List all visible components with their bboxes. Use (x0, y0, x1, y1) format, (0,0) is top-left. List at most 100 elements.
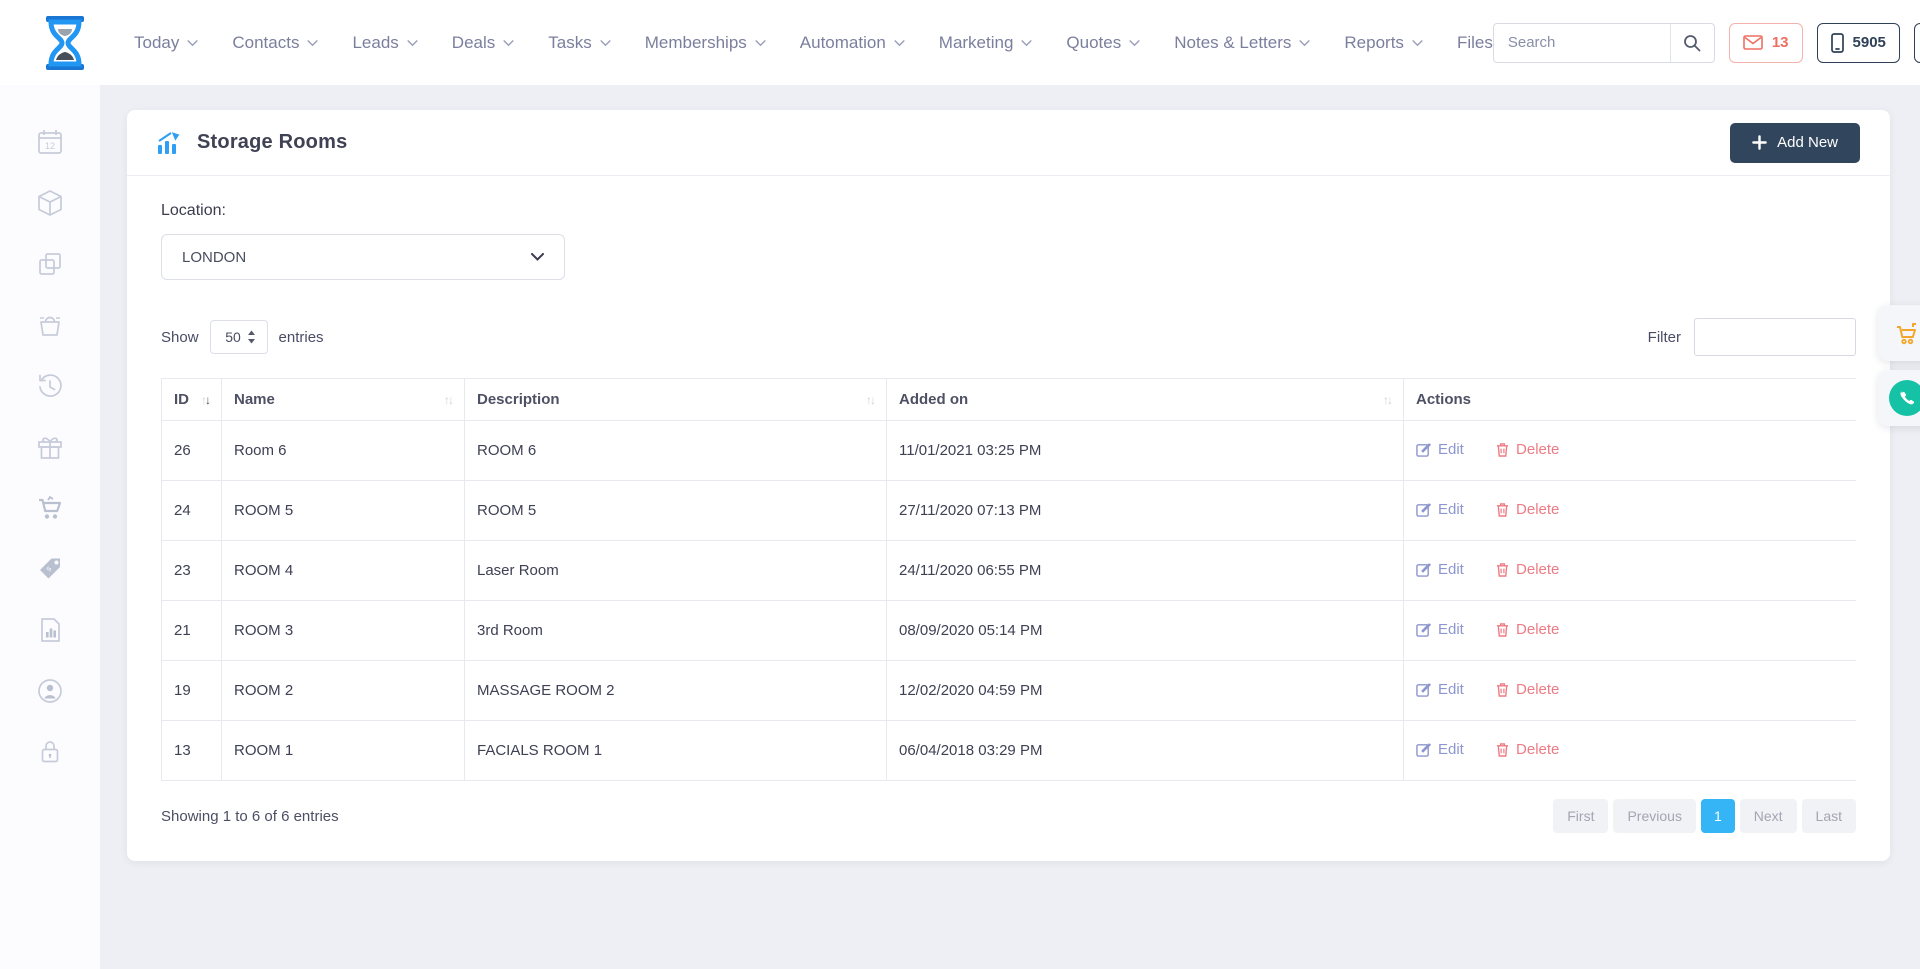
sidebar: 12 s (0, 85, 100, 969)
delete-button[interactable]: Delete (1496, 621, 1559, 638)
topbar-right: 13 5905 15 ? LONDON SUPPORT (1493, 20, 1920, 66)
search-input[interactable] (1494, 34, 1670, 51)
calls-badge[interactable]: 5905 (1817, 23, 1900, 63)
delete-button[interactable]: Delete (1496, 681, 1559, 698)
gift-icon (34, 431, 66, 463)
sort-icon: ↑↓ (444, 393, 452, 407)
messages-badge[interactable]: 13 (1729, 23, 1803, 63)
user-circle-icon (34, 675, 66, 707)
edit-button[interactable]: Edit (1416, 441, 1464, 458)
entries-label: entries (279, 329, 324, 346)
pagination-previous-button[interactable]: Previous (1613, 799, 1695, 833)
trash-icon (1496, 742, 1509, 757)
cell-added-on: 06/04/2018 03:29 PM (887, 721, 1404, 781)
pagination-first-button[interactable]: First (1553, 799, 1608, 833)
delete-button[interactable]: Delete (1496, 561, 1559, 578)
pagination: First Previous 1 Next Last (1553, 799, 1856, 833)
sidebar-item-calendar[interactable]: 12 (0, 111, 100, 172)
basket-icon (34, 309, 66, 341)
column-header-name[interactable]: Name ↑↓ (222, 379, 465, 421)
filter-group: Filter (1648, 318, 1856, 356)
nav-item-leads[interactable]: Leads (352, 33, 417, 53)
column-header-added-on[interactable]: Added on ↑↓ (887, 379, 1404, 421)
whatsapp-float-button[interactable] (1878, 370, 1920, 426)
search-box (1493, 23, 1715, 63)
nav-item-automation[interactable]: Automation (800, 33, 905, 53)
sidebar-item-basket[interactable] (0, 294, 100, 355)
delete-button[interactable]: Delete (1496, 441, 1559, 458)
column-header-description[interactable]: Description ↑↓ (465, 379, 887, 421)
top-bar: Today Contacts Leads Deals Tasks Members… (0, 0, 1920, 85)
sidebar-item-history[interactable] (0, 355, 100, 416)
nav-item-memberships[interactable]: Memberships (645, 33, 766, 53)
cell-added-on: 24/11/2020 06:55 PM (887, 541, 1404, 601)
sidebar-item-pricing[interactable]: s (0, 538, 100, 599)
nav-item-today[interactable]: Today (134, 33, 198, 53)
nav-item-tasks[interactable]: Tasks (548, 33, 610, 53)
sidebar-item-package[interactable] (0, 172, 100, 233)
nav-label: Today (134, 33, 179, 53)
cell-actions: Edit Delete (1404, 421, 1857, 481)
sidebar-item-lock[interactable] (0, 721, 100, 782)
chevron-down-icon (307, 40, 318, 47)
edit-pencil-icon (1416, 622, 1431, 637)
sidebar-item-report[interactable] (0, 599, 100, 660)
nav-item-quotes[interactable]: Quotes (1066, 33, 1140, 53)
pagination-last-button[interactable]: Last (1802, 799, 1856, 833)
column-header-id[interactable]: ID ↑↓ (162, 379, 222, 421)
cart-float-button[interactable] (1878, 305, 1920, 361)
edit-button[interactable]: Edit (1416, 561, 1464, 578)
messages-count: 13 (1772, 34, 1789, 51)
pagination-next-button[interactable]: Next (1740, 799, 1797, 833)
cell-actions: Edit Delete (1404, 721, 1857, 781)
table-row: 19 ROOM 2 MASSAGE ROOM 2 12/02/2020 04:5… (162, 661, 1857, 721)
chevron-down-icon (755, 40, 766, 47)
table-row: 23 ROOM 4 Laser Room 24/11/2020 06:55 PM… (162, 541, 1857, 601)
filter-input[interactable] (1694, 318, 1856, 356)
delete-button[interactable]: Delete (1496, 741, 1559, 758)
nav-item-contacts[interactable]: Contacts (232, 33, 318, 53)
chevron-down-icon (407, 40, 418, 47)
price-tag-icon: s (34, 553, 66, 585)
list-controls: Show 50 entries Filter (161, 318, 1856, 356)
add-new-button[interactable]: Add New (1730, 123, 1860, 163)
page-size-select[interactable]: 50 (210, 320, 268, 354)
lock-icon (34, 736, 66, 768)
sidebar-item-account[interactable] (0, 660, 100, 721)
trash-icon (1496, 562, 1509, 577)
trash-icon (1496, 682, 1509, 697)
chevron-down-icon (1412, 40, 1423, 47)
nav-item-notes-letters[interactable]: Notes & Letters (1174, 33, 1310, 53)
cell-description: FACIALS ROOM 1 (465, 721, 887, 781)
cell-actions: Edit Delete (1404, 541, 1857, 601)
nav-label: Tasks (548, 33, 591, 53)
edit-button[interactable]: Edit (1416, 621, 1464, 638)
cell-id: 23 (162, 541, 222, 601)
sidebar-item-cart[interactable] (0, 477, 100, 538)
cell-description: MASSAGE ROOM 2 (465, 661, 887, 721)
plus-icon (1752, 135, 1767, 150)
nav-item-marketing[interactable]: Marketing (939, 33, 1033, 53)
card-body: Location: LONDON Show 50 entries Filter (127, 176, 1890, 833)
sidebar-item-copy[interactable] (0, 233, 100, 294)
location-select[interactable]: LONDON (161, 234, 565, 280)
edit-button[interactable]: Edit (1416, 681, 1464, 698)
nav-item-files[interactable]: Files (1457, 33, 1493, 53)
nav-label: Leads (352, 33, 398, 53)
sidebar-item-gift[interactable] (0, 416, 100, 477)
nav-item-reports[interactable]: Reports (1344, 33, 1423, 53)
tasks-badge[interactable]: 15 (1914, 23, 1920, 63)
page-size-value: 50 (225, 329, 241, 345)
chevron-down-icon (1299, 40, 1310, 47)
edit-button[interactable]: Edit (1416, 501, 1464, 518)
edit-button[interactable]: Edit (1416, 741, 1464, 758)
nav-item-deals[interactable]: Deals (452, 33, 514, 53)
chevron-down-icon (1021, 40, 1032, 47)
pagination-page-1-button[interactable]: 1 (1701, 799, 1735, 833)
package-icon (34, 187, 66, 219)
search-button[interactable] (1670, 24, 1714, 62)
delete-button[interactable]: Delete (1496, 501, 1559, 518)
app-logo[interactable] (38, 12, 92, 74)
table-row: 21 ROOM 3 3rd Room 08/09/2020 05:14 PM E… (162, 601, 1857, 661)
hourglass-logo-icon (38, 14, 92, 72)
